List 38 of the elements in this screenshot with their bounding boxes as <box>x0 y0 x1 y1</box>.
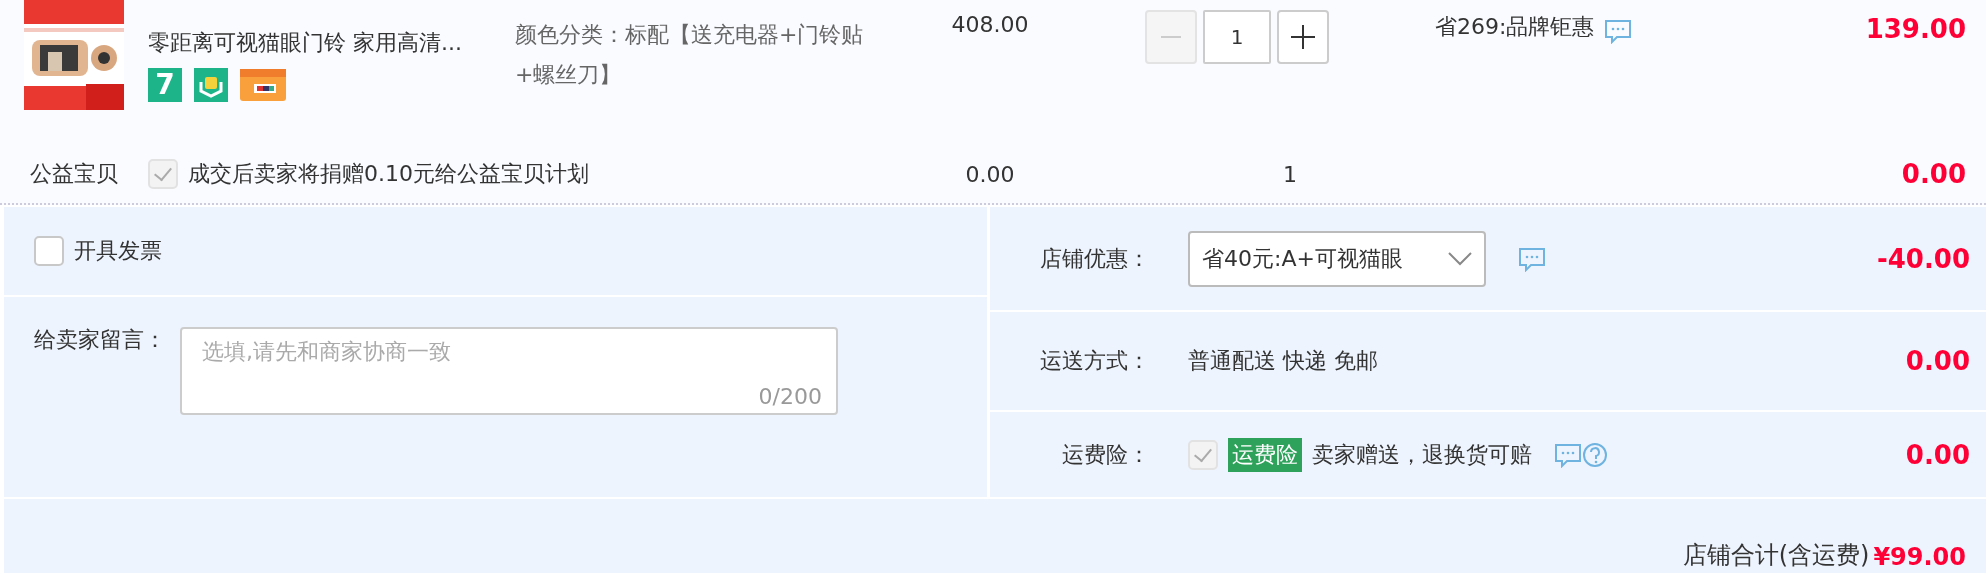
discount-text: 省269:品牌钜惠 <box>1435 13 1595 41</box>
invoice-label: 开具发票 <box>74 237 162 265</box>
unit-price: 0.00 <box>964 161 1016 187</box>
shipping-method: 普通配送 快递 免邮 <box>1188 347 1378 375</box>
insurance-tag: 运费险 <box>1228 437 1302 472</box>
insurance-text: 卖家赠送，退换货可赔 <box>1312 440 1532 469</box>
character-counter: 0/200 <box>758 384 822 409</box>
chat-icon[interactable] <box>1518 245 1546 272</box>
store-total-label: 店铺合计(含运费) <box>1682 540 1870 571</box>
shipping-amount: 0.00 <box>1905 346 1970 376</box>
shipping-label: 运送方式： <box>1039 347 1150 375</box>
charity-label: 公益宝贝 <box>29 160 119 188</box>
charity-text: 成交后卖家将捐赠0.10元给公益宝贝计划 <box>188 160 589 188</box>
plus-icon <box>1290 24 1316 50</box>
return-badge: 7 <box>148 68 182 102</box>
coupon-dropdown[interactable]: 省40元:A+可视猫眼 <box>1188 230 1486 287</box>
checkbox[interactable] <box>34 236 64 266</box>
card-badge-icon <box>240 69 286 101</box>
bag-badge-icon <box>194 68 228 102</box>
insurance-label: 运费险： <box>1061 440 1150 469</box>
caret-icon <box>1448 251 1472 266</box>
minus-icon <box>1159 35 1183 39</box>
store-total-amount: ¥99.00 <box>1873 543 1966 571</box>
item-total: 139.00 <box>1864 14 1966 44</box>
chat-icon[interactable] <box>1604 18 1633 44</box>
plus-button[interactable] <box>1277 10 1329 64</box>
item-total: 0.00 <box>1900 159 1966 189</box>
product-spec: 颜色分类：标配【送充电器+门铃贴+螺丝刀】 <box>515 21 865 89</box>
discount-amount: -40.00 <box>1876 243 1970 274</box>
unit-price: 408.00 <box>950 12 1030 37</box>
help-icon[interactable] <box>1582 441 1608 468</box>
message-label: 给卖家留言： <box>34 326 166 354</box>
chat-icon[interactable] <box>1554 441 1582 468</box>
discount-label: 店铺优惠： <box>1039 244 1150 273</box>
insurance-amount: 0.00 <box>1905 439 1970 470</box>
product-title[interactable]: 零距离可视猫眼门铃 家用高清... <box>148 28 515 58</box>
quantity-text: 1 <box>1282 161 1298 187</box>
quantity-field[interactable]: 1 <box>1203 10 1271 64</box>
